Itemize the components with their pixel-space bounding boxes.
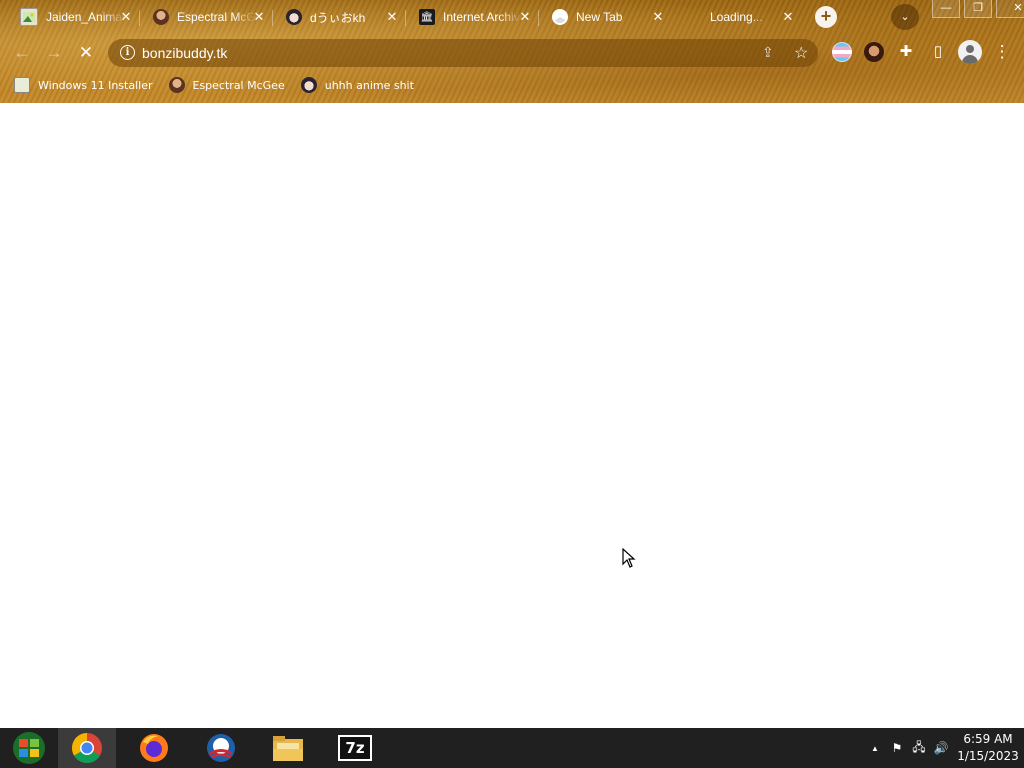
system-tray: ▲ ⚑ 🖧 🔊 6:59 AM 1/15/2023: [864, 728, 1024, 768]
bookmark-label: uhhh anime shit: [324, 78, 414, 92]
tab-anime[interactable]: dうぃおkh ✕: [266, 3, 406, 31]
tab-close-icon[interactable]: ✕: [118, 9, 134, 25]
window-controls: — ❐ ✕: [928, 0, 1024, 18]
start-orb-icon: [13, 732, 45, 764]
minimize-button[interactable]: —: [932, 0, 960, 18]
tab-title: dうぃおkh: [310, 10, 366, 25]
bookmarks-bar: Windows 11 Installer Espectral McGee uhh…: [0, 73, 1024, 97]
close-window-button[interactable]: ✕: [996, 0, 1024, 18]
folder-icon: [273, 736, 303, 761]
share-icon[interactable]: ⇪: [762, 44, 774, 61]
site-info-icon[interactable]: i: [120, 45, 135, 60]
tab-close-icon[interactable]: ✕: [384, 9, 400, 25]
tray-chevron-icon[interactable]: ▲: [864, 744, 886, 753]
tab-title: Espectral McGee: [177, 10, 257, 24]
profile-body: [962, 55, 978, 64]
network-icon[interactable]: 🖧: [908, 738, 930, 759]
chrome-icon: [552, 9, 568, 25]
loading-icon: [686, 9, 702, 25]
extensions-puzzle-icon[interactable]: ✚: [895, 41, 917, 63]
profile-avatar[interactable]: [958, 40, 982, 64]
clock-time: 6:59 AM: [963, 732, 1013, 746]
taskbar-firefox[interactable]: [125, 728, 183, 768]
bookmark-label: Windows 11 Installer: [38, 78, 153, 92]
url-text[interactable]: bonzibuddy.tk: [142, 45, 227, 61]
obama-logo-icon: [207, 734, 235, 762]
mouse-cursor-icon: [622, 548, 636, 568]
stop-loading-button[interactable]: ✕: [73, 40, 99, 66]
bookmark-label: Espectral McGee: [192, 78, 285, 92]
taskbar-chrome[interactable]: [58, 728, 116, 768]
profile-head: [966, 45, 974, 53]
restore-button[interactable]: ❐: [964, 0, 992, 18]
avatar-icon: [168, 77, 185, 93]
bookmark-windows-11-installer[interactable]: Windows 11 Installer: [14, 77, 153, 93]
tab-close-icon[interactable]: ✕: [650, 9, 666, 25]
bookmark-star-icon[interactable]: ☆: [794, 43, 808, 63]
menu-kebab-icon[interactable]: ⋮: [991, 41, 1013, 63]
tab-title: New Tab: [576, 10, 623, 24]
taskbar-7zip[interactable]: 7z: [326, 728, 384, 768]
taskbar: 7z ▲ ⚑ 🖧 🔊 6:59 AM 1/15/2023: [0, 728, 1024, 768]
clock[interactable]: 6:59 AM 1/15/2023: [952, 731, 1024, 765]
taskbar-file-explorer[interactable]: [259, 728, 317, 768]
avatar-extension-icon[interactable]: [864, 42, 884, 62]
taskbar-obama-app[interactable]: [192, 728, 250, 768]
browser-frame: Jaiden_Animations ✕ Espectral McGee ✕ dう…: [0, 0, 1024, 103]
new-tab-button[interactable]: +: [815, 6, 837, 28]
seven-zip-icon: 7z: [338, 735, 372, 761]
address-bar[interactable]: i bonzibuddy.tk ⇪ ☆: [108, 39, 818, 67]
avatar-icon: [153, 9, 169, 25]
firefox-icon: [140, 734, 168, 762]
start-button[interactable]: [0, 728, 58, 768]
archive-icon: 🏛: [419, 9, 435, 25]
tab-search-button[interactable]: ⌄: [891, 4, 919, 30]
tab-close-icon[interactable]: ✕: [780, 9, 796, 25]
volume-icon[interactable]: 🔊: [930, 741, 952, 755]
clock-date: 1/15/2023: [957, 749, 1019, 763]
bookmark-espectral-mcgee[interactable]: Espectral McGee: [168, 77, 285, 93]
anime-avatar-icon: [286, 9, 302, 25]
tab-title: Internet Archive: [443, 10, 523, 24]
tab-new-tab[interactable]: New Tab ✕: [532, 3, 672, 31]
image-icon: [14, 77, 30, 93]
tab-close-icon[interactable]: ✕: [517, 9, 533, 25]
tab-internet-archive[interactable]: 🏛 Internet Archive ✕: [399, 3, 539, 31]
bookmark-anime[interactable]: uhhh anime shit: [300, 77, 414, 93]
image-icon: [20, 8, 38, 26]
action-center-flag-icon[interactable]: ⚑: [886, 741, 908, 755]
tab-loading[interactable]: Loading... ✕: [672, 3, 802, 31]
tab-close-icon[interactable]: ✕: [251, 9, 267, 25]
tab-title: Jaiden_Animations: [46, 10, 126, 24]
toolbar: ← → ✕ i bonzibuddy.tk ⇪ ☆ ✚ ▯ ⋮: [0, 36, 1024, 70]
tab-title: Loading...: [710, 10, 763, 24]
anime-avatar-icon: [300, 77, 317, 93]
tab-espectral[interactable]: Espectral McGee ✕: [133, 3, 273, 31]
flag-extension-icon[interactable]: [832, 42, 852, 62]
page-content[interactable]: [0, 103, 1024, 728]
tab-jaiden[interactable]: Jaiden_Animations ✕: [0, 3, 140, 31]
back-button[interactable]: ←: [9, 40, 35, 66]
chrome-icon: [71, 733, 102, 764]
tab-strip: Jaiden_Animations ✕ Espectral McGee ✕ dう…: [0, 0, 1024, 34]
side-panel-icon[interactable]: ▯: [927, 41, 949, 63]
forward-button[interactable]: →: [41, 40, 67, 66]
